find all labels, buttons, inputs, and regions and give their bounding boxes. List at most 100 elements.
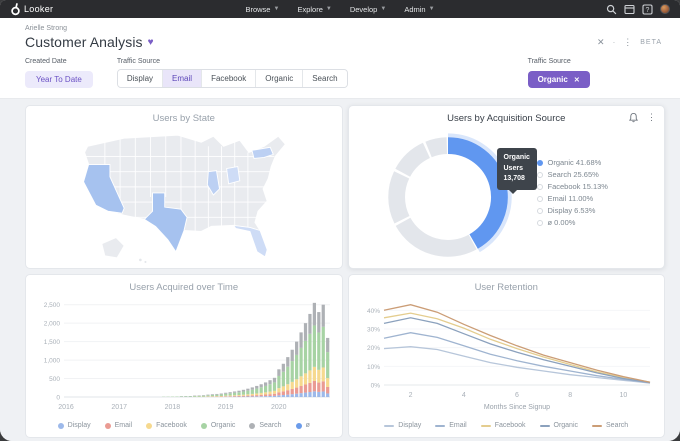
bar-segment[interactable] [272,390,276,394]
bar-segment[interactable] [246,388,250,391]
bar-segment[interactable] [321,304,325,327]
bar-segment[interactable] [263,385,267,393]
bar-segment[interactable] [290,381,294,389]
bar-segment[interactable] [281,386,285,392]
remove-filter-icon[interactable]: ✕ [574,76,580,84]
bar-segment[interactable] [259,396,263,397]
bar-segment[interactable] [268,395,272,397]
bar-segment[interactable] [241,395,245,397]
bar-segment[interactable] [254,395,259,397]
bar-segment[interactable] [219,396,223,397]
donut-legend-item-organic[interactable]: Organic 41.68% [536,158,608,167]
bar-segment[interactable] [281,391,285,396]
bar-segment[interactable] [210,394,214,395]
bar-segment[interactable] [250,393,254,396]
bar-segment[interactable] [294,393,299,397]
donut-legend-item-facebook[interactable]: Facebook 15.13% [536,182,608,191]
donut-segment-search[interactable] [395,217,477,257]
bar-segment[interactable] [241,389,245,392]
bar-segment[interactable] [228,393,232,396]
bar-segment[interactable] [237,392,241,395]
nav-item-browse[interactable]: Browse ▼ [245,5,279,14]
line-legend-item-email[interactable]: Email [435,422,467,429]
close-icon[interactable]: ✕ [597,37,605,48]
bar-segment[interactable] [303,384,307,393]
bar-segment[interactable] [308,392,312,397]
bar-segment[interactable] [290,349,294,362]
bar-segment[interactable] [325,378,330,387]
bar-segment[interactable] [268,384,272,392]
bar-segment[interactable] [228,396,232,397]
state-ohio[interactable] [225,166,241,185]
bar-segment[interactable] [316,369,321,383]
bar-segment[interactable] [285,366,290,385]
traffic-source-option-email[interactable]: Email [163,70,203,87]
bar-segment[interactable] [325,337,330,353]
marketplace-icon[interactable] [624,4,635,15]
us-map-chart[interactable] [39,126,329,266]
bar-legend-item-organic[interactable]: Organic [200,422,235,429]
user-avatar[interactable] [660,4,670,14]
bar-segment[interactable] [294,379,299,388]
bar-segment[interactable] [246,395,250,397]
bar-segment[interactable] [272,377,276,383]
bar-segment[interactable] [321,381,325,392]
bar-segment[interactable] [246,390,250,395]
bar-segment[interactable] [325,352,330,379]
traffic-source-option-display[interactable]: Display [117,70,164,87]
bar-segment[interactable] [312,380,316,392]
bar-segment[interactable] [254,388,259,394]
bar-segment[interactable] [316,332,321,370]
bar-segment[interactable] [299,347,303,377]
bar-segment[interactable] [254,393,259,396]
bar-segment[interactable] [294,387,299,394]
bar-segment[interactable] [277,369,281,376]
bar-segment[interactable] [316,391,321,397]
tile-more-menu-icon[interactable]: ⋮ [647,112,656,123]
bar-segment[interactable] [277,395,281,397]
bar-segment[interactable] [263,396,267,397]
donut-segment-display[interactable] [424,137,447,158]
bar-segment[interactable] [285,384,290,391]
bar-segment[interactable] [228,392,232,394]
bar-segment[interactable] [308,333,312,371]
bar-segment[interactable] [232,391,236,393]
bar-segment[interactable] [259,392,263,395]
bar-segment[interactable] [272,395,276,397]
donut-segment-facebook[interactable] [387,171,410,224]
traffic-source-chip-organic[interactable]: Organic ✕ [527,71,590,88]
bar-segment[interactable] [303,373,307,385]
bar-legend-item-ø[interactable]: ø [295,422,310,429]
nav-item-develop[interactable]: Develop ▼ [350,5,386,14]
bar-segment[interactable] [290,361,294,382]
bar-segment[interactable] [228,395,232,397]
bar-segment[interactable] [268,394,272,396]
bar-segment[interactable] [259,384,263,388]
bar-segment[interactable] [316,382,321,392]
bar-segment[interactable] [246,394,250,396]
bar-segment[interactable] [188,396,192,397]
bar-segment[interactable] [192,396,197,397]
bar-segment[interactable] [308,382,312,393]
bar-segment[interactable] [308,370,312,383]
traffic-source-option-search[interactable]: Search [303,70,347,87]
donut-legend-item-search[interactable]: Search 25.65% [536,170,608,179]
line-legend-item-facebook[interactable]: Facebook [480,422,526,429]
bar-segment[interactable] [277,392,281,396]
bar-segment[interactable] [254,385,259,389]
bar-segment[interactable] [312,325,316,367]
bar-segment[interactable] [312,302,316,326]
bar-segment[interactable] [210,394,214,397]
bar-segment[interactable] [312,391,316,397]
bar-segment[interactable] [237,390,241,393]
bar-segment[interactable] [277,375,281,389]
bar-segment[interactable] [206,395,210,397]
bar-segment[interactable] [290,388,294,395]
search-icon[interactable] [606,4,617,15]
bar-segment[interactable] [223,392,228,394]
bar-segment[interactable] [325,393,330,397]
bar-segment[interactable] [312,366,316,381]
bar-segment[interactable] [272,393,276,396]
bar-segment[interactable] [294,354,299,380]
bar-legend-item-email[interactable]: Email [104,422,132,429]
